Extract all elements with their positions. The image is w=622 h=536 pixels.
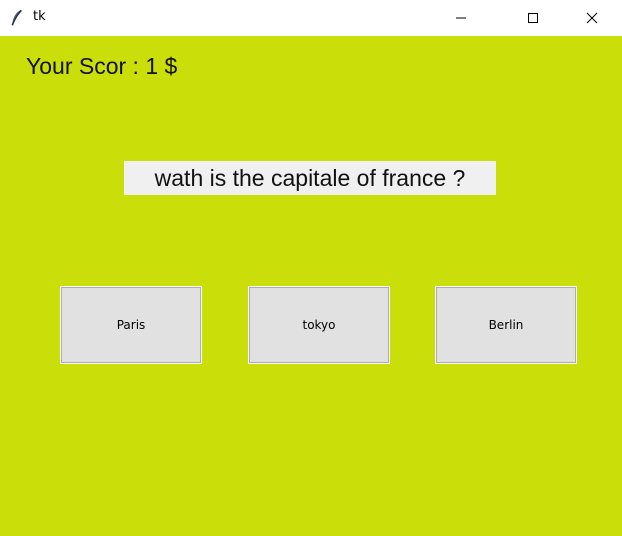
window-title: tk <box>33 9 46 24</box>
minimize-button[interactable] <box>438 0 484 36</box>
close-icon <box>586 12 598 24</box>
answer-button-tokyo[interactable]: tokyo <box>248 286 390 364</box>
close-button[interactable] <box>569 0 615 36</box>
minimize-icon <box>456 17 466 19</box>
feather-icon <box>10 9 24 27</box>
score-label: Your Scor : 1 $ <box>26 53 178 79</box>
question-label: wath is the capitale of france ? <box>124 161 496 195</box>
answer-button-berlin[interactable]: Berlin <box>435 286 577 364</box>
answer-button-paris[interactable]: Paris <box>60 286 202 364</box>
title-bar: tk <box>0 0 622 36</box>
maximize-icon <box>528 13 538 23</box>
game-area: Your Scor : 1 $ wath is the capitale of … <box>0 36 622 536</box>
maximize-button[interactable] <box>510 0 556 36</box>
